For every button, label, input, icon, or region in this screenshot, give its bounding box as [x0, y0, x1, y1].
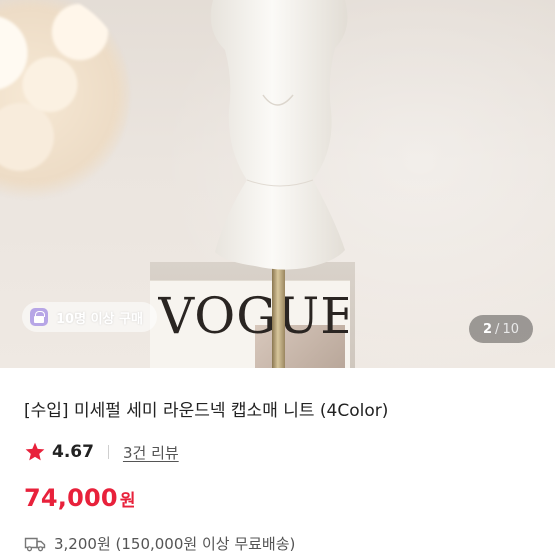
rating-row: 4.67 3건 리뷰	[24, 440, 179, 464]
page-separator: /	[495, 321, 500, 337]
product-photo[interactable]: VOGUE 10명 이상 구매 2 / 10	[0, 0, 555, 368]
mannequin-knit-top	[210, 0, 348, 270]
truck-icon	[24, 537, 46, 551]
star-icon	[25, 442, 45, 461]
rating-value: 4.67	[52, 442, 94, 462]
product-title: [수입] 미세펄 세미 라운드넥 캡소매 니트 (4Color)	[24, 401, 389, 421]
magazine-title: VOGUE	[158, 287, 348, 345]
rating-divider	[107, 445, 109, 459]
image-page-counter: 2 / 10	[469, 315, 533, 343]
price-value: 74,000	[24, 484, 118, 512]
price-row: 74,000 원	[24, 484, 135, 512]
shopping-bag-icon	[30, 308, 48, 326]
total-image-count: 10	[502, 321, 519, 337]
current-image-index: 2	[483, 321, 493, 337]
shipping-row: 3,200원 (150,000원 이상 무료배송)	[24, 533, 295, 554]
purchase-count-text: 10명 이상 구매	[56, 311, 143, 327]
price-unit: 원	[119, 491, 136, 511]
shipping-fee-text: 3,200원 (150,000원 이상 무료배송)	[54, 535, 296, 553]
review-count-link[interactable]: 3건 리뷰	[123, 442, 179, 463]
purchase-count-badge: 10명 이상 구매	[22, 302, 157, 332]
